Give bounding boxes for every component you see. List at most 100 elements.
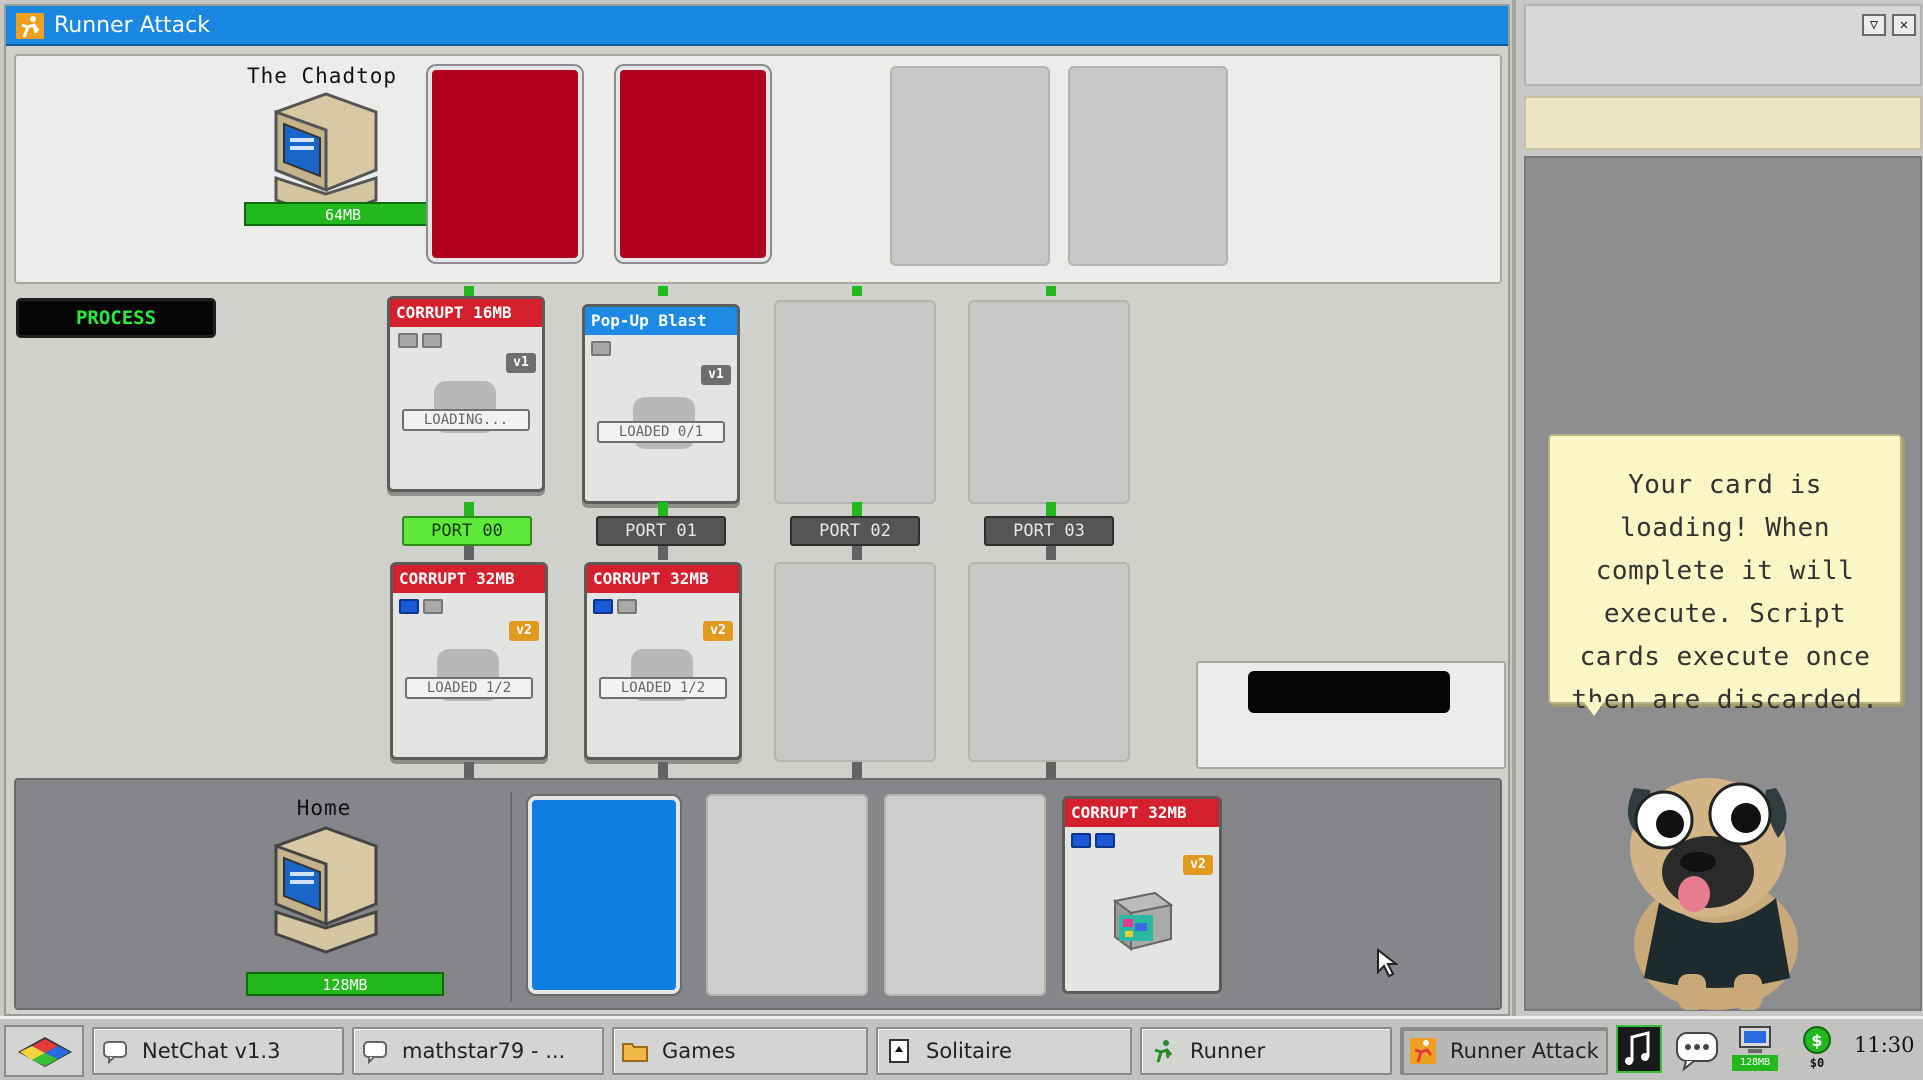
close-button[interactable]: ✕ xyxy=(1892,14,1916,36)
assistant-speech-bubble: Your card is loading! When complete it w… xyxy=(1548,434,1902,715)
load-pip xyxy=(399,599,419,614)
mouse-cursor-icon xyxy=(1377,948,1398,978)
card-title: CORRUPT 32MB xyxy=(587,565,739,593)
taskbar-item-runner[interactable]: Runner xyxy=(1140,1027,1392,1075)
memory-tray-item[interactable]: 128MB xyxy=(1732,1025,1778,1073)
card-title: CORRUPT 32MB xyxy=(393,565,545,593)
load-pip xyxy=(422,333,442,348)
opponent-play-slot xyxy=(774,300,936,504)
game-window: Runner Attack The Chadtop 64MB PROCESS C… xyxy=(4,4,1510,1016)
opponent-hand-slot xyxy=(890,66,1050,266)
runner-icon xyxy=(1154,1040,1173,1063)
card-load-status: LOADED 1/2 xyxy=(599,677,727,699)
info-panel xyxy=(1196,661,1506,769)
load-pip xyxy=(617,599,637,614)
wire xyxy=(1046,762,1056,778)
window-title: Runner Attack xyxy=(54,13,210,38)
port-01[interactable]: PORT 01 xyxy=(596,516,726,546)
chat-bubble-icon xyxy=(363,1041,387,1064)
wire xyxy=(658,546,668,560)
taskbar-item-netchat[interactable]: NetChat v1.3 xyxy=(92,1027,344,1075)
load-pip xyxy=(423,599,443,614)
start-logo-icon xyxy=(18,1037,72,1067)
opponent-play-slot xyxy=(968,300,1130,504)
player-hand-card[interactable]: CORRUPT 32MB v2 xyxy=(1062,796,1222,994)
start-button[interactable] xyxy=(4,1025,84,1077)
player-card-1[interactable]: CORRUPT 32MB v2 LOADED 1/2 xyxy=(584,562,742,760)
minimize-button[interactable]: ▽ xyxy=(1862,14,1886,36)
load-pip xyxy=(591,341,611,356)
version-badge: v1 xyxy=(701,365,731,385)
port-02[interactable]: PORT 02 xyxy=(790,516,920,546)
corrupt-cube-icon xyxy=(1112,891,1174,951)
wire xyxy=(658,502,668,516)
wire xyxy=(1046,286,1056,296)
home-name: Home xyxy=(296,796,352,820)
port-00[interactable]: PORT 00 xyxy=(402,516,532,546)
svg-text:$: $ xyxy=(1811,1031,1822,1050)
version-badge: v2 xyxy=(1183,855,1213,875)
wire xyxy=(464,502,474,516)
taskbar-item-label: Runner xyxy=(1190,1039,1266,1063)
taskbar-item-mathstar[interactable]: mathstar79 - ... xyxy=(352,1027,604,1075)
taskbar: NetChat v1.3 mathstar79 - ... Games Soli… xyxy=(0,1016,1923,1080)
wire xyxy=(658,762,668,778)
speech-bubble-tail xyxy=(1584,702,1604,716)
divider xyxy=(510,792,512,1002)
card-title: Pop-Up Blast xyxy=(585,307,737,335)
player-hand-slot xyxy=(884,794,1046,996)
card-title: CORRUPT 32MB xyxy=(1065,799,1219,827)
title-bar[interactable]: Runner Attack xyxy=(6,6,1508,46)
wire xyxy=(464,762,474,778)
money-icon: $ xyxy=(1803,1026,1831,1054)
home-area: Home 128MB CORRUPT 32MB v2 xyxy=(14,778,1502,1010)
wire xyxy=(852,502,862,516)
music-player-icon[interactable] xyxy=(1616,1025,1662,1073)
pug-mascot-icon[interactable] xyxy=(1590,748,1840,1016)
taskbar-item-runner-attack[interactable]: Runner Attack xyxy=(1400,1027,1608,1075)
taskbar-item-label: Solitaire xyxy=(926,1039,1012,1063)
card-load-status: LOADED 0/1 xyxy=(597,421,725,443)
assistant-input-bar[interactable] xyxy=(1524,96,1922,150)
player-deck-card-back[interactable] xyxy=(528,796,680,994)
opponent-name: The Chadtop xyxy=(246,64,398,88)
wire xyxy=(852,546,862,560)
chat-bubble-icon xyxy=(103,1041,127,1064)
opponent-card-0[interactable]: CORRUPT 16MB v1 LOADING... xyxy=(387,296,545,492)
taskbar-item-solitaire[interactable]: Solitaire xyxy=(876,1027,1132,1075)
process-button[interactable]: PROCESS xyxy=(16,298,216,338)
player-play-slot xyxy=(968,562,1130,762)
version-badge: v1 xyxy=(506,353,536,373)
load-pip xyxy=(398,333,418,348)
wire xyxy=(852,762,862,778)
card-title: CORRUPT 16MB xyxy=(390,299,542,327)
computer-icon xyxy=(274,826,378,954)
opponent-hand-card-back xyxy=(616,66,770,262)
info-display xyxy=(1248,671,1450,713)
taskbar-item-label: Runner Attack xyxy=(1450,1039,1599,1063)
wire xyxy=(464,546,474,560)
opponent-memory-bar: 64MB xyxy=(244,202,442,226)
taskbar-item-label: Games xyxy=(662,1039,736,1063)
version-badge: v2 xyxy=(509,621,539,641)
memory-tray-label: 128MB xyxy=(1732,1055,1778,1071)
player-play-slot xyxy=(774,562,936,762)
chat-tray-icon[interactable] xyxy=(1674,1025,1720,1073)
taskbar-item-label: NetChat v1.3 xyxy=(142,1039,281,1063)
opponent-area: The Chadtop 64MB xyxy=(14,54,1502,284)
port-03[interactable]: PORT 03 xyxy=(984,516,1114,546)
wire xyxy=(1046,502,1056,516)
wire xyxy=(464,286,474,296)
taskbar-item-games[interactable]: Games xyxy=(612,1027,868,1075)
player-card-0[interactable]: CORRUPT 32MB v2 LOADED 1/2 xyxy=(390,562,548,760)
money-tray-item[interactable]: $ $0 xyxy=(1794,1025,1840,1073)
card-load-status: LOADED 1/2 xyxy=(405,677,533,699)
opponent-card-1[interactable]: Pop-Up Blast v1 LOADED 0/1 xyxy=(582,304,740,504)
wire xyxy=(1046,546,1056,560)
load-pip xyxy=(1095,833,1115,848)
runner-attack-icon xyxy=(16,13,44,39)
load-pip xyxy=(1071,833,1091,848)
home-memory-bar: 128MB xyxy=(246,972,444,996)
wire xyxy=(658,286,668,296)
money-tray-label: $0 xyxy=(1809,1056,1825,1070)
